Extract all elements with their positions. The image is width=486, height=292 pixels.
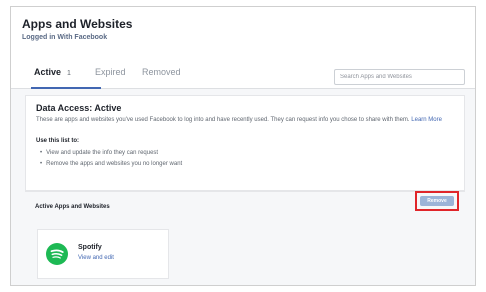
tabs-bar: Active 1 Expired Removed <box>11 51 475 89</box>
tab-active-label: Active <box>34 67 62 77</box>
remove-button[interactable]: Remove <box>420 196 454 206</box>
tab-expired[interactable]: Expired <box>95 67 126 77</box>
search-input[interactable] <box>334 69 465 85</box>
active-apps-label: Active Apps and Websites <box>35 204 110 210</box>
tab-active[interactable]: Active 1 <box>31 67 101 89</box>
data-access-description: These are apps and websites you've used … <box>36 116 456 125</box>
app-card-spotify[interactable]: Spotify View and edit <box>37 229 169 279</box>
data-access-title: Data Access: Active <box>36 103 122 113</box>
tab-removed[interactable]: Removed <box>142 67 181 77</box>
data-access-text: These are apps and websites you've used … <box>36 117 410 123</box>
learn-more-link[interactable]: Learn More <box>411 117 442 123</box>
list-item: Remove the apps and websites you no long… <box>40 161 182 172</box>
view-edit-link[interactable]: View and edit <box>78 255 114 261</box>
remove-highlight: Remove <box>415 191 459 211</box>
active-apps-header: Active Apps and Websites <box>25 191 465 225</box>
data-access-section: Data Access: Active These are apps and w… <box>25 95 465 191</box>
page-subtitle: Logged in With Facebook <box>22 34 108 41</box>
use-list-title: Use this list to: <box>36 138 80 144</box>
list-item: View and update the info they can reques… <box>40 150 182 161</box>
tab-active-count: 1 <box>67 70 71 77</box>
panel-header: Apps and Websites Logged in With Faceboo… <box>11 7 475 51</box>
page-title: Apps and Websites <box>22 17 133 31</box>
use-list: View and update the info they can reques… <box>40 150 182 172</box>
app-name: Spotify <box>78 244 102 251</box>
apps-websites-panel: Apps and Websites Logged in With Faceboo… <box>10 6 476 286</box>
spotify-icon <box>46 243 68 265</box>
